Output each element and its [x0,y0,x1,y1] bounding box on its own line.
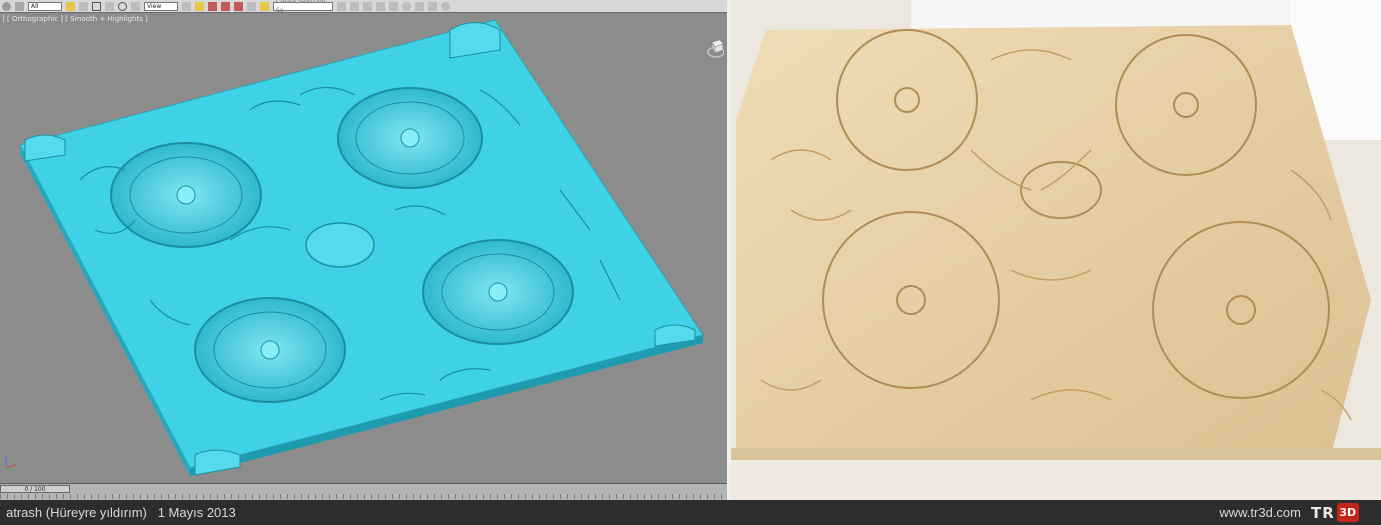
selection-filter-dropdown[interactable]: All [28,1,62,11]
render-production-icon[interactable] [441,1,450,11]
mirror-icon[interactable] [337,1,346,11]
edit-named-selection-icon[interactable] [260,1,269,11]
axis-tripod-icon [5,455,17,472]
rectangle-selection-icon[interactable] [92,1,101,11]
named-selection-set-dropdown[interactable]: Create Selection Se [273,0,333,12]
timeline[interactable]: 0 / 100 [0,483,727,500]
spinner-snap-icon[interactable] [247,1,256,11]
center-boss [305,222,375,268]
percent-snap-icon[interactable] [234,1,243,11]
viewport-canvas[interactable] [0,0,727,500]
wood-carving-image [731,0,1381,500]
angle-snap-icon[interactable] [221,1,230,11]
select-by-name-icon[interactable] [79,1,88,11]
max-viewport-panel: All View Create Selection Se ] [ Orthogr… [0,0,727,500]
rendered-frame-icon[interactable] [428,1,437,11]
rosette-top-right [337,87,483,189]
render-setup-icon[interactable] [415,1,424,11]
rosette-top-left [110,142,262,248]
align-icon[interactable] [350,1,359,11]
pivot-icon[interactable] [182,1,191,11]
tr3d-logo: TR 3D [1311,502,1373,523]
move-icon[interactable] [105,1,114,11]
main-toolbar: All View Create Selection Se [0,0,727,13]
time-slider[interactable]: 0 / 100 [0,485,70,493]
link-icon[interactable] [15,1,24,11]
undo-icon[interactable] [2,1,11,11]
viewport-label[interactable]: ] [ Orthographic ] [ Smooth + Highlights… [2,15,148,23]
reference-coordinate-dropdown[interactable]: View [144,1,178,11]
snaps-toggle-icon[interactable] [208,1,217,11]
footer-bar: atrash (Hüreyre yıldırım) 1 Mayıs 2013 w… [0,500,1381,525]
image-caption: atrash (Hüreyre yıldırım) 1 Mayıs 2013 [6,505,236,520]
select-manipulate-icon[interactable] [195,1,204,11]
time-track[interactable] [0,494,727,499]
material-editor-icon[interactable] [402,1,411,11]
logo-letters: TR [1311,503,1335,522]
curve-editor-icon[interactable] [376,1,385,11]
wood-carving-photo [731,0,1381,500]
layer-manager-icon[interactable] [363,1,372,11]
site-link[interactable]: www.tr3d.com [1219,505,1301,520]
rosette-bottom-right [422,239,574,345]
rotate-icon[interactable] [118,1,127,11]
select-object-icon[interactable] [66,1,75,11]
rosette-bottom-left [194,297,346,403]
scale-icon[interactable] [131,1,140,11]
schematic-view-icon[interactable] [389,1,398,11]
logo-badge: 3D [1336,503,1359,522]
viewcube-icon[interactable] [706,36,724,62]
